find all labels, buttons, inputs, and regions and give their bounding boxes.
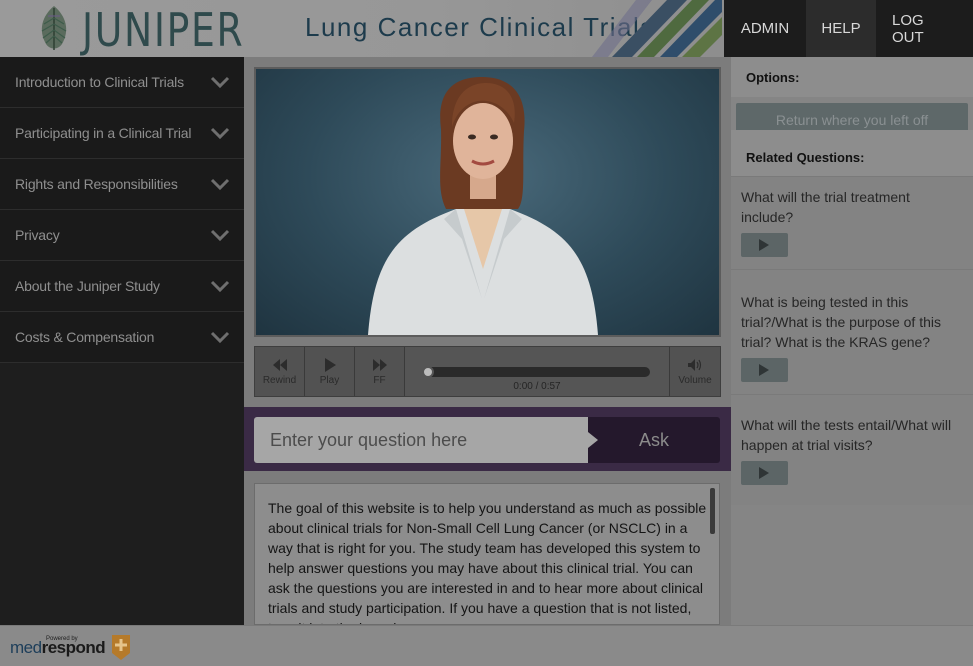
scrollbar[interactable] <box>710 488 715 534</box>
ask-button[interactable]: Ask <box>588 417 720 463</box>
progress-area: 0:00 / 0:57 <box>405 347 670 396</box>
rewind-button[interactable]: Rewind <box>255 347 305 396</box>
related-questions-heading: Related Questions: <box>731 130 973 176</box>
juniper-logo[interactable]: JUNIPER <box>34 4 254 54</box>
play-button[interactable]: Play <box>305 347 355 396</box>
time-display: 0:00 / 0:57 <box>513 381 561 392</box>
question-text: What will the trial treatment include? <box>741 189 910 225</box>
input-arrow <box>588 432 598 448</box>
sidebar-item-rights[interactable]: Rights and Responsibilities <box>0 159 244 210</box>
chevron-down-icon <box>210 331 230 344</box>
medrespond-logo[interactable]: medrespond <box>10 638 106 658</box>
chevron-down-icon <box>210 280 230 293</box>
options-heading: Options: <box>731 57 973 97</box>
volume-button[interactable]: Volume <box>670 347 720 396</box>
header: JUNIPER Lung Cancer Clinical Trials ADMI… <box>0 0 973 57</box>
info-text: The goal of this website is to help you … <box>268 500 707 624</box>
help-button[interactable]: HELP <box>806 0 876 57</box>
brand-bold: respond <box>41 638 106 657</box>
play-icon <box>324 357 336 372</box>
video-player[interactable] <box>254 67 721 337</box>
related-question: What will the trial treatment include? <box>731 176 973 269</box>
top-nav: ADMIN HELP LOG OUT <box>724 0 973 57</box>
video-controls: Rewind Play FF 0:00 / 0:57 Volume <box>254 346 721 397</box>
fast-forward-label: FF <box>373 374 386 386</box>
admin-button[interactable]: ADMIN <box>724 0 806 57</box>
chevron-down-icon <box>210 178 230 191</box>
medrespond-icon <box>112 635 130 660</box>
info-panel[interactable]: The goal of this website is to help you … <box>254 483 720 625</box>
chevron-down-icon <box>210 76 230 89</box>
fast-forward-icon <box>372 358 387 371</box>
sidebar-item-label: About the Juniper Study <box>15 278 160 294</box>
rewind-label: Rewind <box>262 374 297 386</box>
right-panel: Options: Return where you left off Relat… <box>731 57 973 625</box>
question-input[interactable]: Enter your question here <box>254 417 588 463</box>
sidebar-item-label: Participating in a Clinical Trial <box>15 125 192 141</box>
related-question: What is being tested in this trial?/What… <box>731 269 973 394</box>
question-play-button[interactable] <box>741 233 788 257</box>
logout-button[interactable]: LOG OUT <box>876 0 973 57</box>
sidebar-item-introduction[interactable]: Introduction to Clinical Trials <box>0 57 244 108</box>
brand-light: med <box>10 638 42 657</box>
sidebar-item-label: Privacy <box>15 227 60 243</box>
sidebar-item-costs[interactable]: Costs & Compensation <box>0 312 244 363</box>
sidebar-item-about[interactable]: About the Juniper Study <box>0 261 244 312</box>
sidebar-item-participating[interactable]: Participating in a Clinical Trial <box>0 108 244 159</box>
question-play-button[interactable] <box>741 358 788 382</box>
main-content: Rewind Play FF 0:00 / 0:57 Volume Enter … <box>244 57 731 625</box>
rewind-icon <box>272 358 287 371</box>
sidebar-item-label: Costs & Compensation <box>15 329 155 345</box>
progress-knob[interactable] <box>422 366 434 378</box>
fast-forward-button[interactable]: FF <box>355 347 405 396</box>
question-play-button[interactable] <box>741 461 788 485</box>
volume-label: Volume <box>678 374 712 386</box>
ask-bar: Enter your question here Ask <box>244 407 731 471</box>
progress-bar[interactable] <box>422 366 650 378</box>
question-text: What will the tests entail/What will hap… <box>741 417 952 453</box>
question-text: What is being tested in this trial?/What… <box>741 294 941 350</box>
presenter-image <box>368 77 598 335</box>
sidebar-item-label: Introduction to Clinical Trials <box>15 74 184 90</box>
volume-icon <box>688 358 702 371</box>
related-question: What will the tests entail/What will hap… <box>731 394 973 505</box>
chevron-down-icon <box>210 229 230 242</box>
chevron-down-icon <box>210 127 230 140</box>
footer: Powered by medrespond <box>0 625 973 666</box>
leaf-icon <box>41 6 67 50</box>
sidebar-item-label: Rights and Responsibilities <box>15 176 178 192</box>
sidebar-item-privacy[interactable]: Privacy <box>0 210 244 261</box>
logo-text: JUNIPER <box>82 3 245 57</box>
play-label: Play <box>319 374 340 386</box>
decorative-stripes <box>592 0 722 57</box>
sidebar: Introduction to Clinical Trials Particip… <box>0 57 244 625</box>
